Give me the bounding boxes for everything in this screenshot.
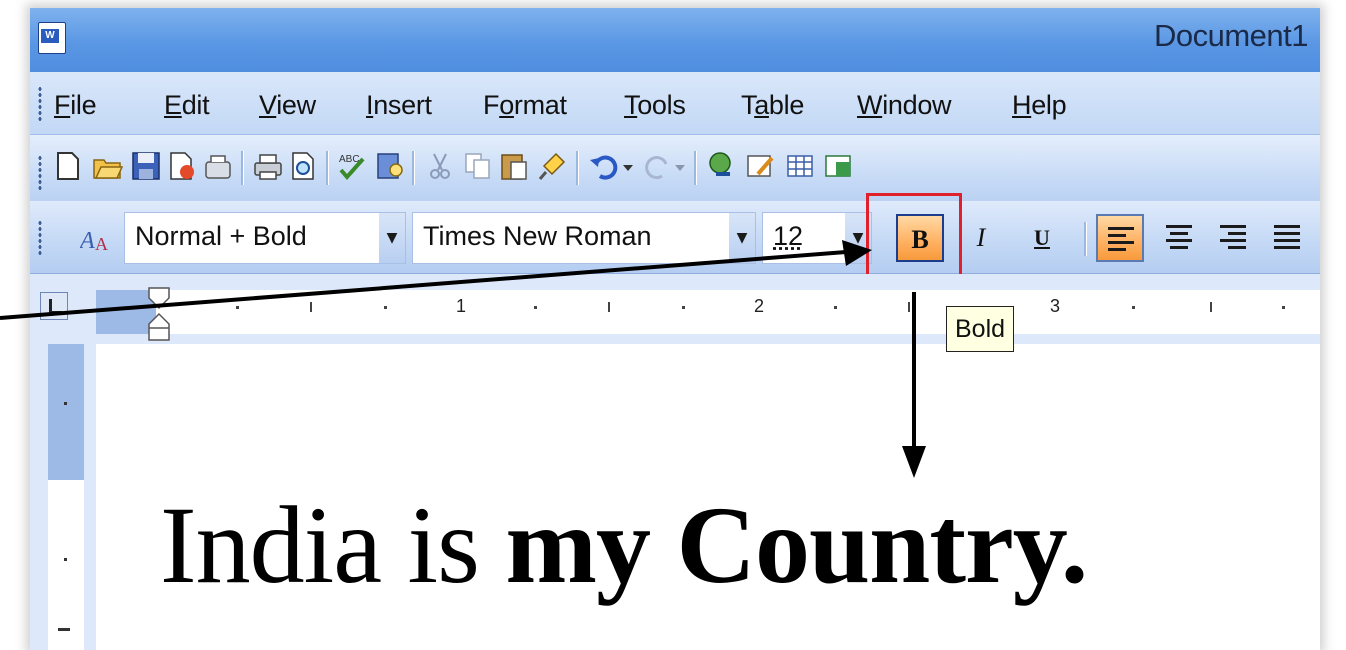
font-size-value: 12 (773, 221, 804, 251)
save-icon[interactable] (130, 150, 162, 182)
ruler-tick (236, 306, 239, 309)
vruler-tick (64, 558, 67, 561)
menubar-grip[interactable] (38, 86, 42, 122)
chevron-down-icon[interactable]: ▼ (379, 213, 405, 263)
document-text-bold: my Country. (505, 484, 1088, 606)
font-combo[interactable]: Times New Roman ▼ (412, 212, 756, 264)
ruler-tick (310, 302, 312, 312)
menu-window[interactable]: Window (857, 90, 952, 121)
ruler-number: 3 (1050, 296, 1061, 316)
toolbar-separator (576, 151, 579, 185)
toolbar-separator (1084, 222, 1087, 256)
justify-icon (1274, 225, 1300, 249)
vruler-tick (58, 628, 70, 631)
ruler-tick (384, 306, 387, 309)
ruler-tick (1132, 306, 1135, 309)
ruler-tick (682, 306, 685, 309)
toolbar-separator (241, 151, 244, 185)
word-app-icon[interactable]: W (38, 22, 66, 54)
document-text[interactable]: India is my Country. (160, 490, 1088, 600)
toolbar-separator (694, 151, 697, 185)
toolbar-separator (326, 151, 329, 185)
menu-tools[interactable]: Tools (624, 90, 686, 121)
align-left-icon (1108, 227, 1134, 251)
new-document-icon[interactable] (52, 150, 84, 182)
menu-format[interactable]: Format (483, 90, 567, 121)
toolbar-separator (412, 151, 415, 185)
justify-button[interactable] (1264, 214, 1310, 262)
bold-tooltip: Bold (946, 306, 1015, 352)
menu-table[interactable]: Table (741, 90, 804, 121)
horizontal-ruler[interactable] (96, 290, 1320, 334)
toolbar-grip[interactable] (38, 155, 42, 191)
copy-icon[interactable] (462, 150, 494, 182)
ruler-number: 2 (754, 296, 765, 316)
tab-selector-icon[interactable] (40, 292, 68, 320)
print-preview-icon[interactable] (288, 150, 320, 182)
align-right-icon (1220, 225, 1246, 249)
ruler-tick (908, 302, 910, 312)
align-right-button[interactable] (1210, 214, 1258, 262)
open-folder-icon[interactable] (92, 150, 124, 182)
redo-dropdown-icon[interactable] (672, 150, 688, 182)
research-icon[interactable] (374, 150, 406, 182)
ruler-tick (1210, 302, 1212, 312)
style-value: Normal + Bold (135, 221, 307, 251)
document-text-normal: India is (160, 484, 506, 606)
formatting-grip[interactable] (38, 220, 42, 256)
chevron-down-icon[interactable]: ▼ (729, 213, 755, 263)
insert-table-icon[interactable] (784, 150, 816, 182)
ruler-tick (834, 306, 837, 309)
menu-file[interactable]: File (54, 90, 97, 121)
vruler-tick (64, 402, 67, 405)
align-left-button[interactable] (1096, 214, 1144, 262)
ruler-tick (1282, 306, 1285, 309)
center-button[interactable] (1156, 214, 1204, 262)
menu-insert[interactable]: Insert (366, 90, 432, 121)
menu-help[interactable]: Help (1012, 90, 1067, 121)
tables-borders-icon[interactable] (744, 150, 776, 182)
paste-icon[interactable] (498, 150, 530, 182)
font-value: Times New Roman (423, 221, 652, 251)
align-center-icon (1166, 225, 1192, 249)
menu-edit[interactable]: Edit (164, 90, 210, 121)
font-size-combo[interactable]: 12 ▼ (762, 212, 872, 264)
cut-icon[interactable] (424, 150, 456, 182)
menu-bar: File Edit View Insert Format Tools Table… (30, 72, 1320, 135)
underline-button[interactable]: U (1018, 214, 1066, 262)
email-icon[interactable] (202, 150, 234, 182)
undo-dropdown-icon[interactable] (620, 150, 636, 182)
italic-button[interactable]: I (957, 214, 1005, 262)
styles-formatting-icon[interactable]: AA (80, 224, 112, 254)
permission-icon[interactable] (166, 150, 198, 182)
title-bar: W Document1 (30, 8, 1320, 72)
vertical-ruler-margin (48, 344, 84, 480)
ruler-tick (534, 306, 537, 309)
insert-excel-icon[interactable] (822, 150, 854, 182)
svg-text:A: A (95, 234, 108, 254)
menu-view[interactable]: View (259, 90, 316, 121)
ruler-number: 1 (456, 296, 467, 316)
spelling-grammar-icon[interactable]: ABC (336, 150, 368, 182)
print-icon[interactable] (252, 150, 284, 182)
hyperlink-icon[interactable] (706, 150, 738, 182)
document-title: Document1 (1153, 18, 1309, 53)
undo-icon[interactable] (588, 150, 620, 182)
indent-marker-icon[interactable] (146, 286, 172, 342)
ruler-tick (608, 302, 610, 312)
style-combo[interactable]: Normal + Bold ▼ (124, 212, 406, 264)
redo-icon[interactable] (642, 150, 674, 182)
svg-text:A: A (80, 228, 95, 254)
format-painter-icon[interactable] (536, 150, 568, 182)
